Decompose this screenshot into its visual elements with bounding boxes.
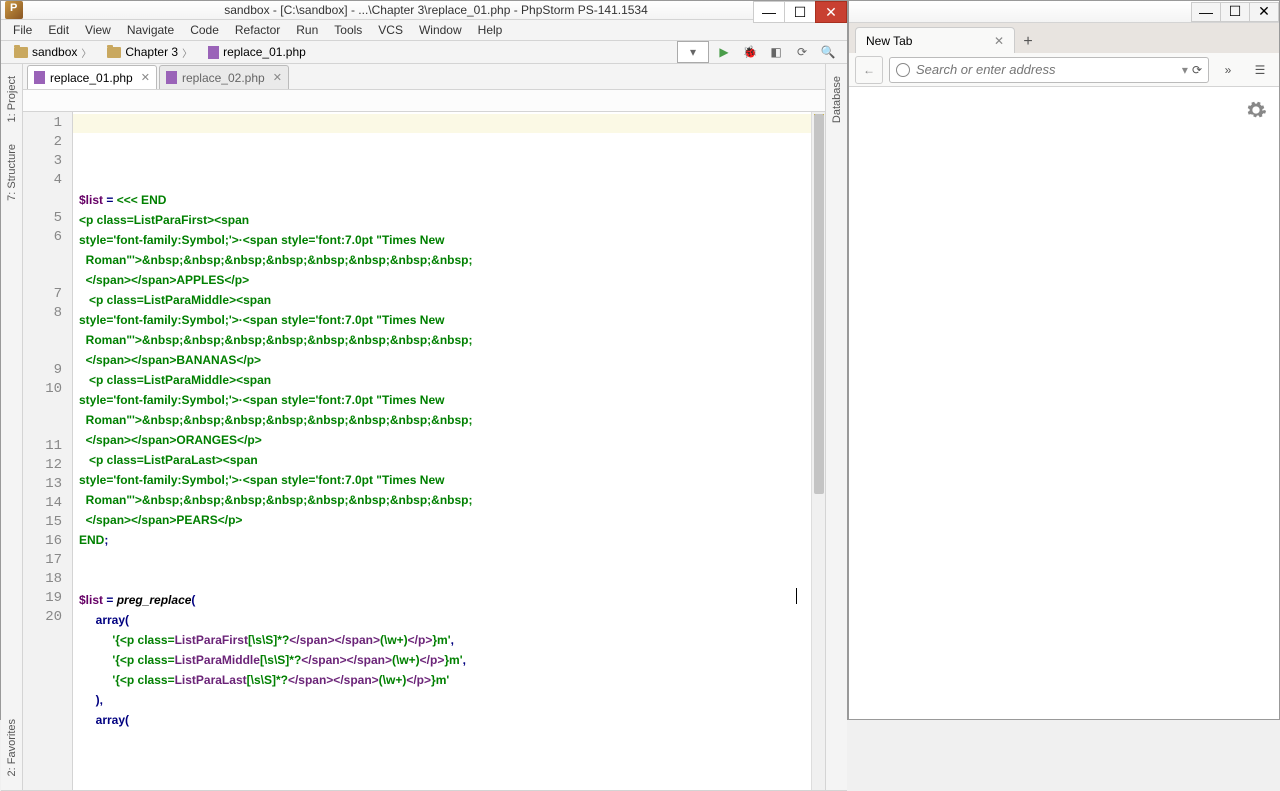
- run-config-dropdown[interactable]: ▾: [677, 41, 709, 63]
- ide-titlebar: sandbox - [C:\sandbox] - ...\Chapter 3\r…: [1, 1, 847, 20]
- minimize-button[interactable]: —: [753, 1, 785, 23]
- window-title: sandbox - [C:\sandbox] - ...\Chapter 3\r…: [29, 3, 843, 17]
- menu-help[interactable]: Help: [470, 20, 511, 40]
- menu-view[interactable]: View: [77, 20, 119, 40]
- overflow-button[interactable]: »: [1215, 57, 1241, 83]
- menu-edit[interactable]: Edit: [40, 20, 77, 40]
- browser-titlebar: — ☐ ✕: [849, 1, 1279, 23]
- browser-tab-strip: New Tab ✕ +: [849, 23, 1279, 53]
- search-button[interactable]: 🔍: [817, 41, 839, 63]
- tab-close-icon[interactable]: ✕: [273, 71, 282, 84]
- breadcrumb-chapter-3[interactable]: Chapter 3〉: [100, 42, 199, 63]
- menu-window[interactable]: Window: [411, 20, 470, 40]
- browser-tab[interactable]: New Tab ✕: [855, 27, 1015, 53]
- menu-refactor[interactable]: Refactor: [227, 20, 288, 40]
- breadcrumb-toolbar: sandbox〉Chapter 3〉replace_01.php ▾ ▶ 🐞 ◧…: [1, 41, 847, 64]
- editor-breadcrumb: [23, 90, 825, 112]
- browser-tab-label: New Tab: [866, 34, 912, 48]
- tab-close-icon[interactable]: ✕: [141, 71, 150, 84]
- database-tool[interactable]: Database: [829, 68, 845, 131]
- new-tab-button[interactable]: +: [1015, 31, 1041, 53]
- menu-vcs[interactable]: VCS: [370, 20, 411, 40]
- menu-file[interactable]: File: [5, 20, 40, 40]
- editor-tab-replace_01.php[interactable]: replace_01.php✕: [27, 65, 157, 89]
- menu-navigate[interactable]: Navigate: [119, 20, 182, 40]
- editor-tab-replace_02.php[interactable]: replace_02.php✕: [159, 65, 289, 89]
- structure-tool[interactable]: 7: Structure: [4, 136, 20, 209]
- menu-button[interactable]: ☰: [1247, 57, 1273, 83]
- menu-tools[interactable]: Tools: [326, 20, 370, 40]
- run-button[interactable]: ▶: [713, 41, 735, 63]
- stop-button[interactable]: ⟳: [791, 41, 813, 63]
- editor-tabs: replace_01.php✕replace_02.php✕: [23, 64, 825, 90]
- browser-toolbar: ← ▾ ⟳ » ☰: [849, 53, 1279, 87]
- back-button[interactable]: ←: [855, 56, 883, 84]
- project-tool[interactable]: 1: Project: [4, 68, 20, 130]
- tab-close-icon[interactable]: ✕: [994, 34, 1004, 48]
- maximize-button[interactable]: ☐: [784, 1, 816, 23]
- close-button[interactable]: ✕: [815, 1, 847, 23]
- address-dropdown-icon[interactable]: ▾: [1182, 63, 1188, 77]
- reload-button[interactable]: ⟳: [1192, 63, 1202, 77]
- code-editor[interactable]: $list = <<< END <p class=ListParaFirst><…: [73, 112, 811, 790]
- right-tool-rail: Database: [825, 64, 847, 790]
- menu-run[interactable]: Run: [288, 20, 326, 40]
- gear-icon[interactable]: [1245, 99, 1267, 121]
- browser-minimize-button[interactable]: —: [1191, 2, 1221, 22]
- address-input[interactable]: [916, 62, 1178, 77]
- breadcrumb-replace_01-php[interactable]: replace_01.php: [201, 42, 313, 63]
- menu-bar: FileEditViewNavigateCodeRefactorRunTools…: [1, 20, 847, 41]
- vertical-scrollbar[interactable]: [811, 112, 825, 790]
- ide-window: sandbox - [C:\sandbox] - ...\Chapter 3\r…: [0, 0, 848, 720]
- browser-window: — ☐ ✕ New Tab ✕ + ← ▾ ⟳ » ☰: [848, 0, 1280, 720]
- favorites-tool[interactable]: 2: Favorites: [4, 711, 20, 784]
- globe-icon: [896, 63, 910, 77]
- browser-viewport: [849, 87, 1279, 719]
- browser-close-button[interactable]: ✕: [1249, 2, 1279, 22]
- bottom-tool-bar: 6: TODO Terminal Event Log: [1, 790, 847, 791]
- browser-maximize-button[interactable]: ☐: [1220, 2, 1250, 22]
- breadcrumb-sandbox[interactable]: sandbox〉: [7, 42, 98, 63]
- debug-button[interactable]: 🐞: [739, 41, 761, 63]
- line-gutter: 1 2 3 4 5 6 7 8 9 10 11 12 13 14 15 16 1…: [23, 112, 73, 790]
- coverage-button[interactable]: ◧: [765, 41, 787, 63]
- phpstorm-icon: [5, 1, 23, 19]
- scroll-thumb[interactable]: [814, 114, 824, 494]
- menu-code[interactable]: Code: [182, 20, 227, 40]
- address-bar[interactable]: ▾ ⟳: [889, 57, 1209, 83]
- left-tool-rail: 1: Project 7: Structure 2: Favorites: [1, 64, 23, 790]
